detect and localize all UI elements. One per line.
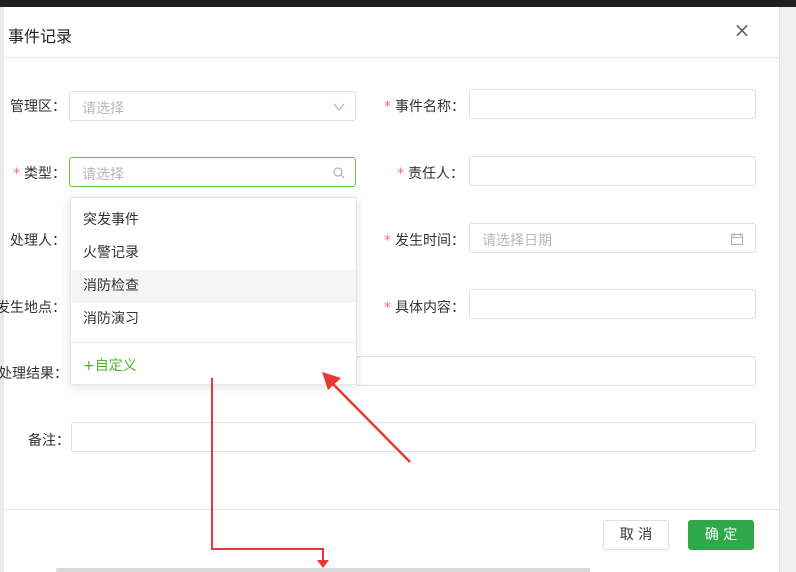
event-name-label-text: 事件名称： bbox=[395, 99, 465, 115]
required-mark: * bbox=[384, 300, 391, 316]
occur-time-placeholder: 请选择日期 bbox=[482, 233, 552, 249]
search-icon bbox=[333, 167, 345, 179]
location-label: 发生地点： bbox=[0, 300, 66, 316]
handler-label: 处理人： bbox=[10, 233, 66, 249]
content-label: * 具体内容： bbox=[384, 297, 465, 317]
window-top-bar bbox=[0, 0, 796, 7]
required-mark: * bbox=[384, 233, 391, 249]
responsible-input[interactable] bbox=[469, 156, 756, 186]
remark-input[interactable] bbox=[71, 422, 756, 452]
event-name-input[interactable] bbox=[469, 89, 756, 119]
type-label: * 类型： bbox=[13, 163, 66, 183]
required-mark: * bbox=[397, 166, 404, 182]
management-area-placeholder: 请选择 bbox=[82, 101, 124, 117]
type-option-fire-record[interactable]: 火警记录 bbox=[71, 237, 356, 270]
type-option-emergency[interactable]: 突发事件 bbox=[71, 204, 356, 237]
required-mark: * bbox=[384, 99, 391, 115]
header-divider bbox=[4, 57, 779, 58]
dropdown-divider bbox=[71, 342, 356, 343]
confirm-button[interactable]: 确 定 bbox=[688, 520, 754, 550]
required-mark: * bbox=[13, 166, 20, 182]
type-option-fire-inspection[interactable]: 消防检查 bbox=[71, 270, 356, 303]
content-input[interactable] bbox=[469, 289, 756, 319]
dialog-title: 事件记录 bbox=[8, 27, 73, 46]
type-label-text: 类型： bbox=[24, 166, 66, 182]
calendar-icon bbox=[730, 233, 744, 246]
content-label-text: 具体内容： bbox=[395, 300, 465, 316]
event-name-label: * 事件名称： bbox=[384, 96, 465, 116]
type-dropdown: 突发事件 火警记录 消防检查 消防演习 +自定义 bbox=[70, 197, 357, 385]
responsible-label: * 责任人： bbox=[397, 163, 464, 183]
management-area-label: 管理区： bbox=[10, 99, 66, 115]
occur-time-label-text: 发生时间： bbox=[395, 233, 465, 249]
close-icon[interactable]: × bbox=[733, 19, 751, 41]
footer-divider bbox=[4, 509, 779, 510]
occur-time-datepicker[interactable]: 请选择日期 bbox=[469, 223, 756, 253]
type-placeholder: 请选择 bbox=[82, 167, 124, 183]
remark-label: 备注： bbox=[28, 433, 70, 449]
cancel-button[interactable]: 取 消 bbox=[603, 520, 669, 550]
result-input[interactable] bbox=[356, 356, 756, 386]
add-custom-type-button[interactable]: +自定义 bbox=[83, 355, 137, 375]
management-area-select[interactable]: 请选择 bbox=[69, 91, 356, 121]
type-select[interactable]: 请选择 bbox=[69, 157, 356, 187]
bottom-panel-edge bbox=[56, 568, 590, 572]
chevron-down-icon bbox=[333, 103, 345, 111]
scrollbar-track[interactable] bbox=[779, 7, 796, 572]
type-option-fire-drill[interactable]: 消防演习 bbox=[71, 303, 356, 336]
occur-time-label: * 发生时间： bbox=[384, 230, 465, 250]
event-record-dialog: 事件记录 × 管理区： 请选择 * 事件名称： * 类型： 请选择 * 责任人： 处理… bbox=[0, 7, 779, 572]
result-label: 处理结果： bbox=[0, 366, 68, 382]
responsible-label-text: 责任人： bbox=[408, 166, 464, 182]
